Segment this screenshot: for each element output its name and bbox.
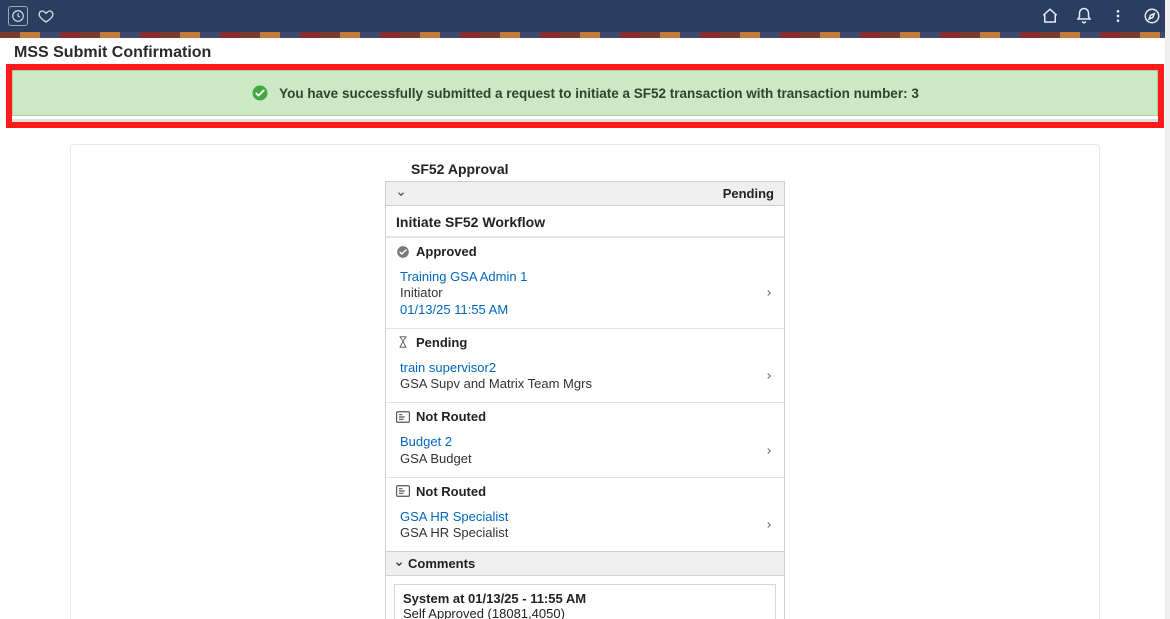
divider-line	[12, 119, 1158, 122]
step-status-label: Not Routed	[416, 409, 486, 424]
chevron-right-icon[interactable]	[764, 444, 774, 458]
success-banner: You have successfully submitted a reques…	[12, 70, 1158, 116]
workflow-title: Initiate SF52 Workflow	[386, 206, 784, 237]
step-row[interactable]: GSA HR Specialist GSA HR Specialist	[386, 505, 784, 552]
step-header-not-routed: Not Routed	[386, 477, 784, 505]
step-row[interactable]: train supervisor2 GSA Supv and Matrix Te…	[386, 356, 784, 403]
comments-header-label: Comments	[408, 556, 475, 571]
step-header-pending: Pending	[386, 328, 784, 356]
step-status-label: Pending	[416, 335, 467, 350]
chevron-right-icon[interactable]	[764, 518, 774, 532]
favorite-icon[interactable]	[36, 6, 56, 26]
approval-title: SF52 Approval	[411, 161, 1077, 177]
chevron-down-icon	[394, 559, 404, 569]
step-role: GSA Supv and Matrix Team Mgrs	[400, 376, 592, 392]
not-routed-status-icon	[396, 485, 410, 497]
checkmark-icon	[251, 84, 269, 102]
comment-line-1: System at 01/13/25 - 11:55 AM	[403, 591, 767, 606]
step-role: GSA HR Specialist	[400, 525, 508, 541]
recent-icon[interactable]	[8, 6, 28, 26]
comments-header[interactable]: Comments	[386, 551, 784, 576]
approval-header-status: Pending	[723, 186, 774, 201]
step-header-approved: Approved	[386, 237, 784, 265]
success-banner-highlight: You have successfully submitted a reques…	[6, 64, 1164, 128]
collapse-toggle-icon[interactable]	[396, 189, 406, 199]
notifications-icon[interactable]	[1074, 6, 1094, 26]
step-header-not-routed: Not Routed	[386, 402, 784, 430]
actions-menu-icon[interactable]	[1108, 6, 1128, 26]
step-role: Initiator	[400, 285, 527, 301]
step-status-label: Approved	[416, 244, 477, 259]
chevron-right-icon[interactable]	[764, 286, 774, 300]
top-nav-bar	[0, 0, 1170, 32]
home-icon[interactable]	[1040, 6, 1060, 26]
content-card: SF52 Approval Pending Initiate SF52 Work…	[70, 144, 1100, 619]
step-role: GSA Budget	[400, 451, 472, 467]
step-timestamp: 01/13/25 11:55 AM	[400, 302, 527, 318]
page-title: MSS Submit Confirmation	[0, 38, 1170, 64]
pending-status-icon	[396, 335, 410, 349]
approval-panel: Pending Initiate SF52 Workflow Approved …	[385, 181, 785, 619]
vertical-scrollbar[interactable]	[1165, 0, 1170, 619]
comments-body: System at 01/13/25 - 11:55 AM Self Appro…	[394, 584, 776, 619]
step-actor-link[interactable]: train supervisor2	[400, 360, 592, 376]
navigator-icon[interactable]	[1142, 6, 1162, 26]
step-actor-link[interactable]: GSA HR Specialist	[400, 509, 508, 525]
approved-status-icon	[396, 245, 410, 259]
approval-panel-header: Pending	[386, 182, 784, 206]
step-row[interactable]: Training GSA Admin 1 Initiator 01/13/25 …	[386, 265, 784, 328]
not-routed-status-icon	[396, 411, 410, 423]
chevron-right-icon[interactable]	[764, 369, 774, 383]
step-row[interactable]: Budget 2 GSA Budget	[386, 430, 784, 477]
comment-line-2: Self Approved (18081,4050)	[403, 606, 767, 619]
step-actor-link[interactable]: Budget 2	[400, 434, 472, 450]
step-actor-link[interactable]: Training GSA Admin 1	[400, 269, 527, 285]
success-message: You have successfully submitted a reques…	[279, 86, 919, 101]
step-status-label: Not Routed	[416, 484, 486, 499]
